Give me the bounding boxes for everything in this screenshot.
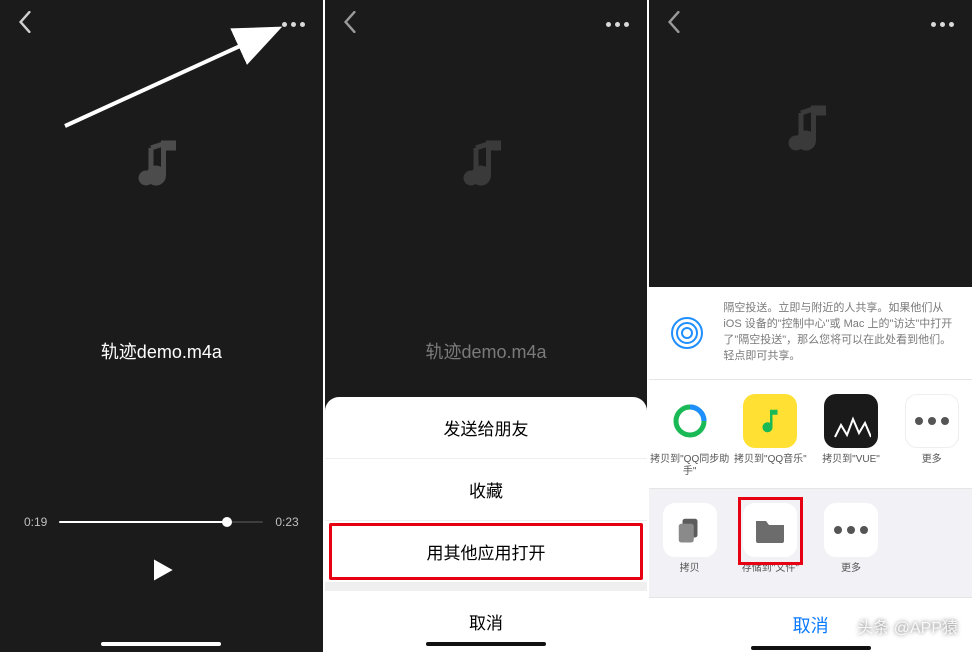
share-action-more[interactable]: 更多 — [811, 503, 892, 587]
sheet-item-favorite[interactable]: 收藏 — [325, 459, 648, 521]
music-placeholder — [325, 48, 648, 278]
watermark: 头条 @APP猿 — [857, 614, 958, 638]
time-total: 0:23 — [275, 515, 298, 529]
back-icon[interactable] — [343, 11, 357, 38]
airdrop-row[interactable]: 隔空投送。立即与附近的人共享。如果他们从 iOS 设备的"控制中心"或 Mac … — [649, 287, 972, 380]
share-action-copy[interactable]: 拷贝 — [649, 503, 730, 587]
play-button[interactable] — [24, 553, 299, 592]
time-current: 0:19 — [24, 515, 47, 529]
panel-actionsheet: 轨迹demo.m4a 发送给朋友 收藏 用其他应用打开 取消 — [325, 0, 648, 652]
player-controls: 0:19 0:23 — [0, 515, 323, 592]
file-name: 轨迹demo.m4a — [325, 338, 648, 364]
sheet-item-send[interactable]: 发送给朋友 — [325, 397, 648, 459]
header — [0, 0, 323, 48]
share-apps-row: 拷贝到"QQ同步助手" 拷贝到"QQ音乐" 拷贝到"VUE" 更多 — [649, 380, 972, 489]
share-app-vue[interactable]: 拷贝到"VUE" — [811, 394, 892, 478]
qqmusic-icon — [743, 394, 797, 448]
more-icon[interactable] — [282, 22, 305, 27]
progress-bar[interactable]: 0:19 0:23 — [24, 515, 299, 529]
share-action-label: 更多 — [841, 563, 861, 587]
file-name: 轨迹demo.m4a — [0, 338, 323, 364]
track-knob[interactable] — [222, 517, 232, 527]
vue-icon — [824, 394, 878, 448]
airdrop-icon — [665, 311, 709, 355]
share-action-label: 拷贝 — [680, 563, 700, 587]
share-app-more[interactable]: 更多 — [891, 394, 972, 478]
share-app-qqsync[interactable]: 拷贝到"QQ同步助手" — [649, 394, 730, 478]
share-sheet: 隔空投送。立即与附近的人共享。如果他们从 iOS 设备的"控制中心"或 Mac … — [649, 287, 972, 652]
more-icon — [824, 503, 878, 557]
action-sheet: 发送给朋友 收藏 用其他应用打开 取消 — [325, 397, 648, 652]
share-app-label: 拷贝到"QQ同步助手" — [649, 454, 730, 478]
copy-icon — [663, 503, 717, 557]
more-icon[interactable] — [931, 22, 954, 27]
share-actions-row: 拷贝 存储到"文件" 更多 — [649, 489, 972, 597]
share-app-label: 拷贝到"VUE" — [822, 454, 880, 478]
more-icon — [905, 394, 959, 448]
home-indicator[interactable] — [101, 642, 221, 646]
home-indicator[interactable] — [751, 646, 871, 650]
share-action-save-files[interactable]: 存储到"文件" — [730, 503, 811, 587]
home-indicator[interactable] — [426, 642, 546, 646]
share-app-qqmusic[interactable]: 拷贝到"QQ音乐" — [730, 394, 811, 478]
header — [325, 0, 648, 48]
qqsync-icon — [663, 394, 717, 448]
more-icon[interactable] — [606, 22, 629, 27]
sheet-item-open-other[interactable]: 用其他应用打开 — [325, 521, 648, 583]
back-icon[interactable] — [667, 11, 681, 38]
sheet-item-label: 用其他应用打开 — [427, 544, 546, 563]
panel-player: 轨迹demo.m4a 0:19 0:23 — [0, 0, 323, 652]
share-app-label: 更多 — [922, 454, 942, 478]
track[interactable] — [59, 521, 263, 523]
header — [649, 0, 972, 48]
sheet-separator — [325, 583, 648, 591]
share-app-label: 拷贝到"QQ音乐" — [734, 454, 807, 478]
back-icon[interactable] — [18, 11, 32, 38]
airdrop-text: 隔空投送。立即与附近的人共享。如果他们从 iOS 设备的"控制中心"或 Mac … — [723, 301, 956, 365]
music-placeholder — [0, 48, 323, 278]
folder-icon — [743, 503, 797, 557]
share-action-label: 存储到"文件" — [742, 563, 799, 587]
music-placeholder — [649, 48, 972, 208]
panel-sharesheet: 隔空投送。立即与附近的人共享。如果他们从 iOS 设备的"控制中心"或 Mac … — [649, 0, 972, 652]
